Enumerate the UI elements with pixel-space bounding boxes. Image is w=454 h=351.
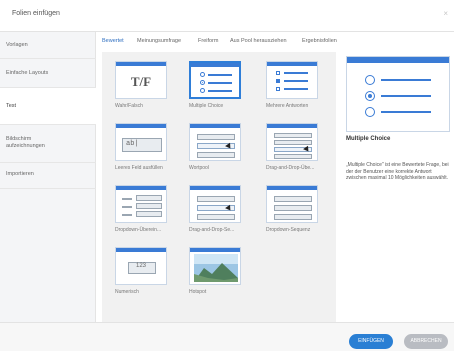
drag-drop-icon	[266, 123, 318, 161]
tab-graded[interactable]: Bewertet	[102, 38, 124, 44]
tile-multiple-choice[interactable]: Multiple Choice	[189, 61, 241, 109]
tile-label: Hotspot	[189, 289, 207, 295]
tile-drag-drop[interactable]: Drag-and-Drop-Übe...	[266, 123, 318, 171]
word-bank-icon	[189, 123, 241, 161]
multiple-choice-preview-icon	[346, 56, 450, 132]
true-false-icon: T/F	[115, 61, 167, 99]
tab-draw-from-pool[interactable]: Aus Pool herausziehen	[230, 38, 287, 44]
dropdown-matching-icon	[115, 185, 167, 223]
sidebar-item-label: Bildschirm aufzeichnungen	[6, 136, 45, 149]
sidebar-item-label: Importieren	[6, 171, 34, 177]
close-icon[interactable]: ×	[443, 9, 448, 18]
multiple-response-icon	[266, 61, 318, 99]
sidebar-item-templates[interactable]: Vorlagen	[0, 32, 96, 59]
insert-slides-dialog: Folien einfügen × Vorlagen Einfache Layo…	[0, 0, 454, 351]
tab-result-slides[interactable]: Ergebnisfolien	[302, 38, 337, 44]
numeric-glyph: 123	[135, 263, 146, 269]
tab-survey[interactable]: Meinungsumfrage	[137, 38, 181, 44]
sidebar-item-import[interactable]: Importieren	[0, 163, 96, 189]
fill-in-blank-glyph: ab|	[126, 140, 139, 148]
preview-title: Multiple Choice	[346, 136, 391, 142]
sidebar-item-label: Einfache Layouts	[6, 70, 49, 76]
tile-label: Dropdown-Sequenz	[266, 227, 311, 233]
preview-description: „Multiple Choice" ist eine Bewertete Fra…	[346, 162, 449, 181]
dialog-title: Folien einfügen	[12, 10, 60, 17]
sidebar-item-screen-recordings[interactable]: Bildschirm aufzeichnungen	[0, 125, 96, 163]
dropdown-sequence-icon	[266, 185, 318, 223]
tile-drag-drop-sequence[interactable]: Drag-and-Drop-Se...	[189, 185, 241, 233]
tile-multiple-response[interactable]: Mehrere Antworten	[266, 61, 318, 109]
sidebar-item-test[interactable]: Test	[0, 88, 96, 125]
drag-drop-sequence-icon	[189, 185, 241, 223]
sidebar-item-simple-layouts[interactable]: Einfache Layouts	[0, 59, 96, 88]
tile-hotspot[interactable]: Hotspot	[189, 247, 241, 295]
numeric-icon: 123	[115, 247, 167, 285]
question-type-tabs: Bewertet Meinungsumfrage Freiform Aus Po…	[100, 38, 360, 48]
tile-label: Dropdown-Überein...	[115, 227, 162, 233]
tile-label: Mehrere Antworten	[266, 103, 309, 109]
sidebar: Vorlagen Einfache Layouts Test Bildschir…	[0, 32, 96, 322]
tile-dropdown-matching[interactable]: Dropdown-Überein...	[115, 185, 167, 233]
multiple-choice-icon	[189, 61, 241, 99]
true-false-glyph: T/F	[130, 74, 152, 89]
tab-freeform[interactable]: Freiform	[198, 38, 218, 44]
tile-label: Leeres Feld ausfüllen	[115, 165, 163, 171]
slide-type-grid: T/F Wahr/Falsch Multiple Choice Mehrere …	[102, 52, 336, 322]
tile-fill-in-blank[interactable]: ab| Leeres Feld ausfüllen	[115, 123, 167, 171]
sidebar-item-label: Test	[6, 103, 17, 109]
hotspot-landscape-image	[194, 254, 238, 282]
dialog-titlebar: Folien einfügen ×	[0, 0, 454, 32]
tile-true-false[interactable]: T/F Wahr/Falsch	[115, 61, 167, 109]
dialog-footer: EINFÜGEN ABBRECHEN	[0, 322, 454, 351]
preview-panel: Multiple Choice „Multiple Choice" ist ei…	[342, 52, 452, 322]
tile-label: Drag-and-Drop-Se...	[189, 227, 235, 233]
fill-in-blank-icon: ab|	[115, 123, 167, 161]
tile-label: Wahr/Falsch	[115, 103, 143, 109]
insert-button[interactable]: EINFÜGEN	[349, 334, 393, 349]
tile-numeric[interactable]: 123 Numerisch	[115, 247, 167, 295]
sidebar-item-label: Vorlagen	[6, 42, 28, 48]
tile-label: Drag-and-Drop-Übe...	[266, 165, 315, 171]
tile-word-bank[interactable]: Wortpool	[189, 123, 241, 171]
tile-dropdown-sequence[interactable]: Dropdown-Sequenz	[266, 185, 318, 233]
tile-label: Multiple Choice	[189, 103, 224, 109]
tile-label: Wortpool	[189, 165, 209, 171]
cancel-button[interactable]: ABBRECHEN	[404, 334, 448, 349]
hotspot-icon	[189, 247, 241, 285]
tile-label: Numerisch	[115, 289, 139, 295]
